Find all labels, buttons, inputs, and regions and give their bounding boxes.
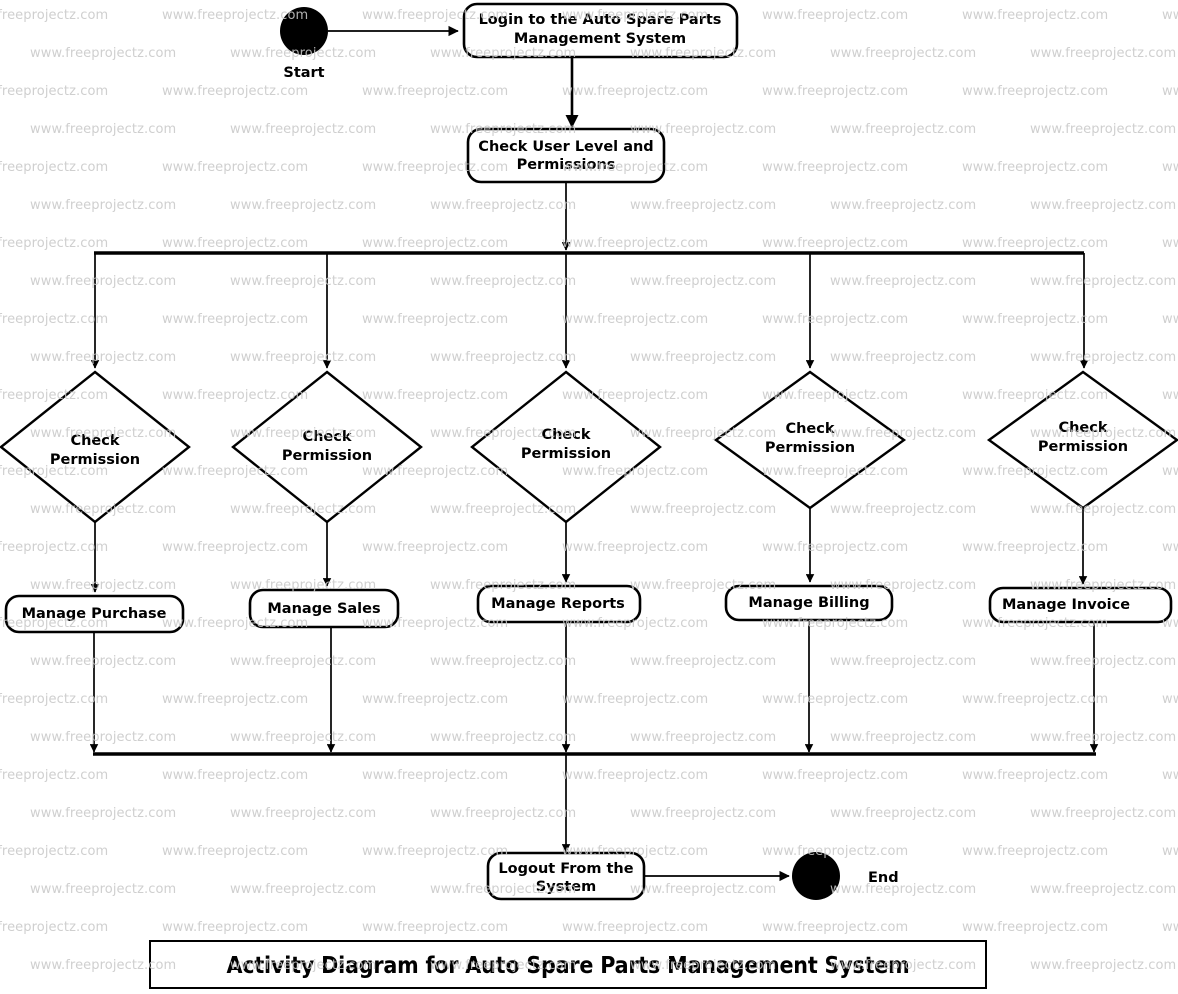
- activity-manage-purchase-label: Manage Purchase: [22, 606, 167, 622]
- decision-2-label-line1: Check: [302, 429, 351, 445]
- activity-logout-label-line1: Logout From the: [498, 861, 633, 877]
- activity-diagram-canvas: Start Login to the Auto Spare Parts Mana…: [0, 0, 1178, 994]
- activity-manage-billing-label: Manage Billing: [748, 595, 869, 611]
- activity-manage-sales-label: Manage Sales: [267, 601, 380, 617]
- decision-2-label-line2: Permission: [282, 448, 372, 464]
- start-label: Start: [283, 65, 324, 81]
- activity-check-user-label-line1: Check User Level and: [478, 139, 653, 155]
- decision-1-label-line2: Permission: [50, 452, 140, 468]
- decision-5-label-line1: Check: [1058, 420, 1107, 436]
- decision-3-label-line2: Permission: [521, 446, 611, 462]
- activity-diagram-svg: Start Login to the Auto Spare Parts Mana…: [0, 2, 1178, 989]
- activity-manage-reports-label: Manage Reports: [491, 596, 625, 612]
- end-node: [792, 852, 840, 900]
- decision-diamond-2: [231, 370, 423, 524]
- activity-logout-label-line2: System: [536, 879, 596, 895]
- decision-1-label-line1: Check: [70, 433, 119, 449]
- decision-3-label-line1: Check: [541, 427, 590, 443]
- activity-check-user-box: [466, 127, 666, 184]
- activity-login-label-line1: Login to the Auto Spare Parts: [479, 12, 722, 28]
- end-label: End: [868, 870, 899, 886]
- start-node: [280, 7, 328, 55]
- activity-check-user-label-line2: Permissions: [517, 157, 616, 173]
- activity-login-label-line2: Management System: [514, 31, 686, 47]
- diagram-title: Activity Diagram for Auto Spare Parts Ma…: [226, 953, 909, 979]
- decision-4-label-line2: Permission: [765, 440, 855, 456]
- decision-4-label-line1: Check: [785, 421, 834, 437]
- activity-manage-invoice-label: Manage Invoice: [1002, 597, 1130, 613]
- decision-5-label-line2: Permission: [1038, 439, 1128, 455]
